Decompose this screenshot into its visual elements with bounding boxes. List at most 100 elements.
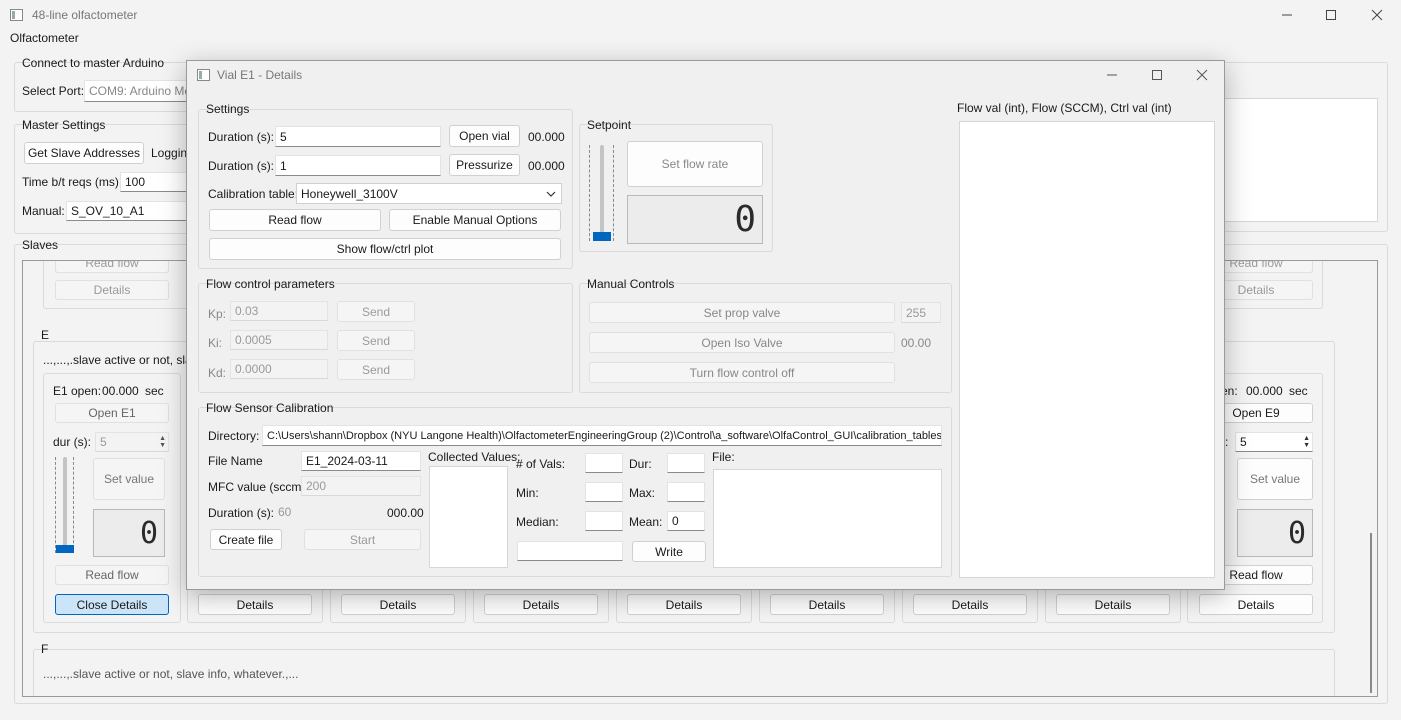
menu-olfactometer[interactable]: Olfactometer: [10, 31, 79, 45]
flow-plot-area: [959, 121, 1215, 578]
cal-duration-input[interactable]: 60: [274, 502, 380, 522]
e8-details-button[interactable]: Details: [1056, 594, 1170, 615]
e4-details-button[interactable]: Details: [484, 594, 598, 615]
port-label: Select Port:: [22, 84, 85, 98]
scrollbar-thumb[interactable]: [1370, 533, 1372, 693]
e2-details-button[interactable]: Details: [198, 594, 312, 615]
e9-set-value-button[interactable]: Set value: [1237, 458, 1313, 500]
mean-input[interactable]: 0: [667, 511, 705, 531]
start-button[interactable]: Start: [304, 529, 421, 550]
directory-input[interactable]: C:\Users\shann\Dropbox (NYU Langone Heal…: [262, 425, 942, 446]
pressurize-time: 00.000: [528, 159, 565, 173]
e1-slider[interactable]: [53, 457, 79, 555]
minimize-icon[interactable]: [1264, 0, 1310, 30]
e5-details-button[interactable]: Details: [627, 594, 741, 615]
settings-title: Settings: [206, 102, 250, 116]
file-name-label: File Name: [208, 454, 263, 468]
e6-details-button[interactable]: Details: [770, 594, 884, 615]
f-group-info: ...,...,.slave active or not, slave info…: [43, 667, 299, 681]
setpoint-title: Setpoint: [587, 118, 632, 132]
dialog-maximize-icon[interactable]: [1134, 60, 1180, 90]
e1-slider-handle[interactable]: [56, 545, 74, 553]
ki-input[interactable]: 0.0005: [230, 330, 328, 350]
file-contents-box[interactable]: [713, 469, 942, 568]
e9-details-button[interactable]: Details: [1199, 594, 1313, 615]
min-input[interactable]: [585, 482, 623, 502]
spin-arrows-icon[interactable]: ▲ ▼: [1303, 435, 1310, 449]
e3-details-button[interactable]: Details: [341, 594, 455, 615]
maximize-icon[interactable]: [1308, 0, 1354, 30]
kp-input[interactable]: 0.03: [230, 301, 328, 321]
get-slave-addresses-button[interactable]: Get Slave Addresses: [24, 142, 144, 164]
setpoint-slider[interactable]: [587, 145, 617, 243]
min-label: Min:: [516, 486, 539, 500]
dialog-title-bar: Vial E1 - Details: [187, 61, 1224, 91]
app-icon: [10, 9, 23, 21]
open-e1-button[interactable]: Open E1: [55, 403, 169, 423]
turn-flow-control-off-button[interactable]: Turn flow control off: [589, 362, 895, 383]
num-vals-label: # of Vals:: [516, 457, 566, 471]
open-iso-valve-button[interactable]: Open Iso Valve: [589, 332, 895, 353]
max-input[interactable]: [667, 482, 705, 502]
e1-read-flow-button[interactable]: Read flow: [55, 565, 169, 585]
pressurize-button[interactable]: Pressurize: [449, 154, 520, 176]
num-vals-input[interactable]: [585, 453, 623, 473]
manual-controls-title: Manual Controls: [587, 277, 675, 291]
duration-label-2: Duration (s):: [208, 159, 275, 173]
read-flow-button[interactable]: Read flow: [209, 209, 381, 231]
e1-dur-spinbox[interactable]: 5 ▲ ▼: [95, 432, 169, 452]
e1-close-details-button[interactable]: Close Details: [55, 594, 169, 615]
calibration-title: Flow Sensor Calibration: [206, 401, 334, 415]
e1-open-unit: sec: [145, 384, 164, 398]
setpoint-lcd: 0: [627, 195, 763, 244]
prop-valve-input[interactable]: 255: [901, 302, 941, 323]
flow-control-title: Flow control parameters: [206, 277, 335, 291]
connect-group-title: Connect to master Arduino: [22, 56, 165, 70]
manual-input[interactable]: S_OV_10_A1: [66, 201, 194, 221]
e1-lcd: 0: [93, 509, 165, 557]
enable-manual-options-button[interactable]: Enable Manual Options: [389, 209, 561, 231]
kd-input[interactable]: 0.0000: [230, 359, 328, 379]
time-input[interactable]: 100: [120, 172, 194, 192]
show-flow-ctrl-plot-button[interactable]: Show flow/ctrl plot: [209, 238, 561, 260]
e1-set-value-button[interactable]: Set value: [93, 458, 165, 500]
e7-details-button[interactable]: Details: [913, 594, 1027, 615]
top-row-details-left[interactable]: Details: [55, 280, 169, 300]
main-title-bar: 48-line olfactometer: [0, 0, 1401, 30]
e9-lcd: 0: [1237, 509, 1313, 557]
close-icon[interactable]: [1354, 0, 1400, 30]
open-vial-button[interactable]: Open vial: [449, 125, 520, 147]
mfc-value-input[interactable]: 200: [301, 476, 421, 496]
kp-label: Kp:: [208, 307, 227, 321]
create-file-button[interactable]: Create file: [210, 529, 282, 550]
dialog-minimize-icon[interactable]: [1089, 60, 1135, 90]
set-prop-valve-button[interactable]: Set prop valve: [589, 302, 895, 323]
ki-send-button[interactable]: Send: [337, 330, 415, 351]
kp-send-button[interactable]: Send: [337, 301, 415, 322]
median-input[interactable]: [585, 511, 623, 531]
dialog-close-icon[interactable]: [1179, 60, 1225, 90]
file-name-input[interactable]: E1_2024-03-11: [301, 451, 421, 471]
calibration-table-select[interactable]: Honeywell_3100V: [296, 183, 562, 204]
e9-dur-spinbox[interactable]: 5 ▲ ▼: [1235, 432, 1313, 452]
file-label: File:: [712, 450, 735, 464]
dur-input[interactable]: [667, 453, 705, 473]
top-row-read-flow-left[interactable]: Read flow: [55, 261, 169, 273]
chevron-down-icon[interactable]: [546, 188, 556, 202]
collected-values-list[interactable]: [429, 466, 508, 568]
slaves-scrollbar[interactable]: [1367, 261, 1377, 696]
duration-input-1[interactable]: 5: [275, 126, 441, 147]
write-button[interactable]: Write: [632, 541, 706, 562]
spin-arrows-icon[interactable]: ▲ ▼: [159, 435, 166, 449]
set-flow-rate-button[interactable]: Set flow rate: [627, 141, 763, 187]
f-group-title: F: [41, 642, 49, 656]
slaves-group-title: Slaves: [22, 238, 59, 252]
max-label: Max:: [629, 486, 656, 500]
kd-send-button[interactable]: Send: [337, 359, 415, 380]
median-label: Median:: [516, 515, 559, 529]
duration-input-2[interactable]: 1: [275, 155, 441, 176]
setpoint-slider-handle[interactable]: [593, 232, 611, 241]
write-filename-input[interactable]: [517, 541, 623, 561]
mfc-value-label: MFC value (sccm):: [208, 480, 309, 494]
port-select[interactable]: COM9: Arduino Mega: [84, 80, 194, 102]
